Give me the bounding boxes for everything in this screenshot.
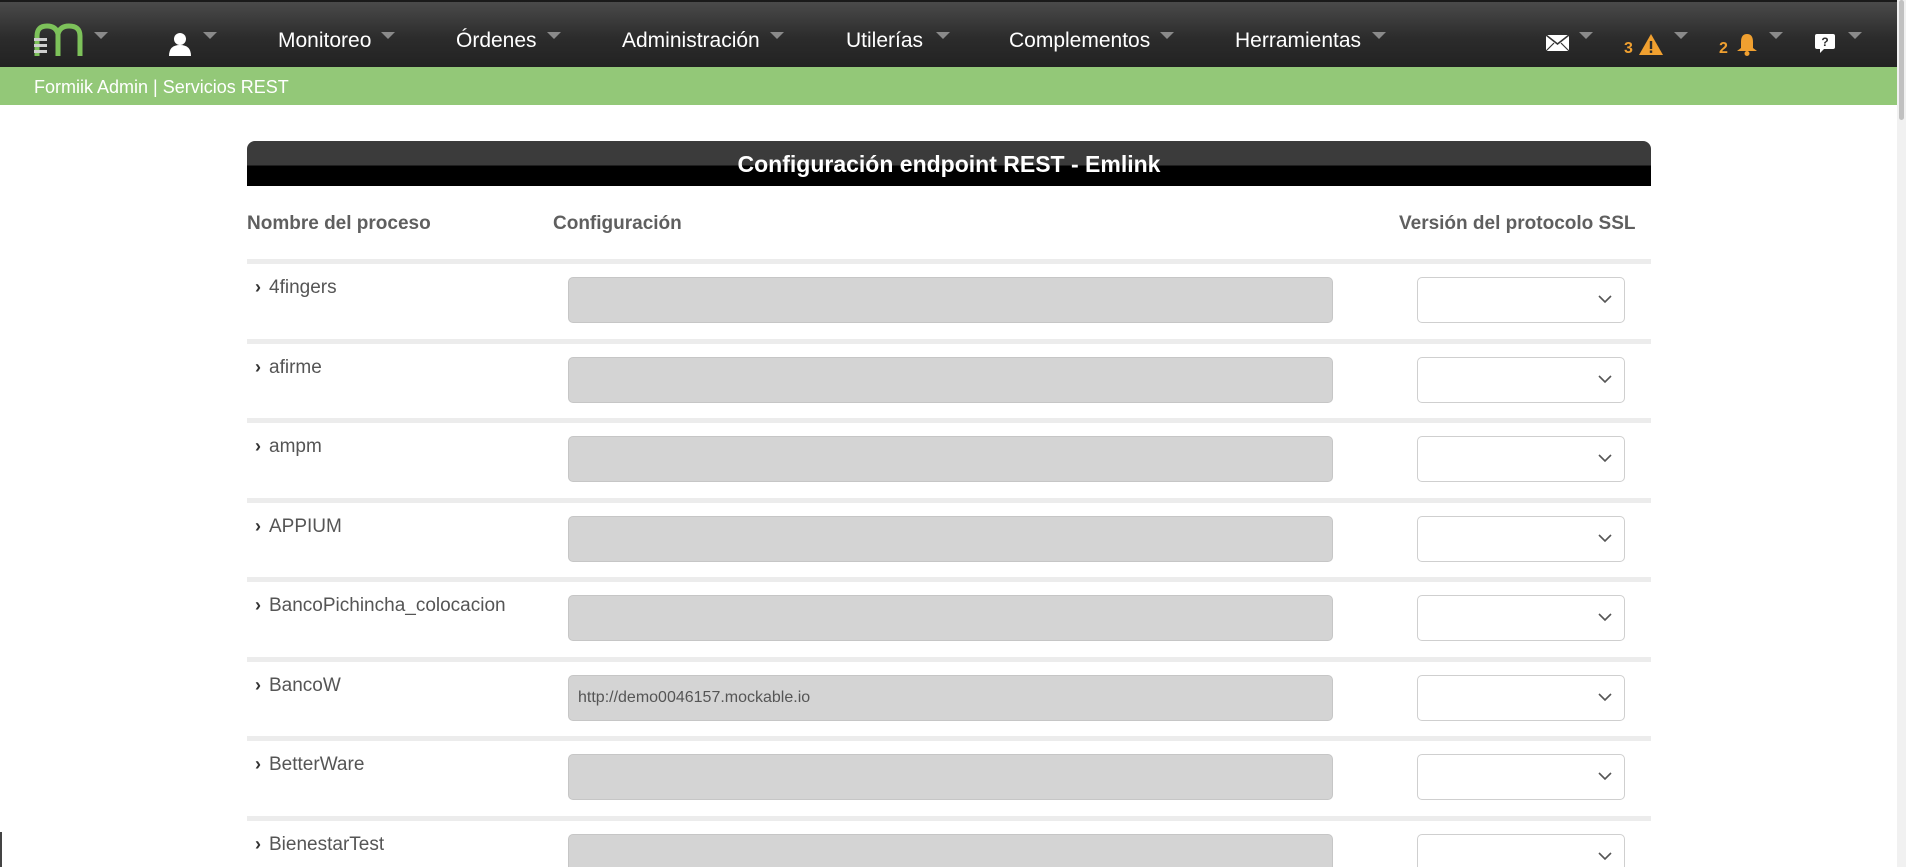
configuration-input[interactable] xyxy=(568,436,1333,482)
configuration-input[interactable] xyxy=(568,834,1333,867)
ssl-version-select[interactable] xyxy=(1417,357,1625,403)
chevron-down-icon[interactable] xyxy=(1674,32,1688,39)
table-row: › afirme xyxy=(247,339,1651,418)
chevron-right-icon: › xyxy=(255,834,261,854)
process-name: afirme xyxy=(269,357,322,378)
breadcrumb[interactable]: Formiik Admin | Servicios REST xyxy=(34,77,289,98)
breadcrumb-bar: Formiik Admin | Servicios REST xyxy=(0,67,1897,105)
configuration-input[interactable] xyxy=(568,277,1333,323)
top-navbar: Monitoreo Órdenes Administración Utilerí… xyxy=(0,0,1897,67)
nav-herramientas[interactable]: Herramientas xyxy=(1235,29,1361,53)
configuration-input[interactable] xyxy=(568,675,1333,721)
table-row: › BienestarTest xyxy=(247,816,1651,867)
column-header-process-name: Nombre del proceso xyxy=(247,213,431,234)
chevron-right-icon: › xyxy=(255,357,261,377)
column-header-configuration: Configuración xyxy=(553,213,682,234)
process-name-toggle[interactable]: › afirme xyxy=(255,357,322,379)
process-name-toggle[interactable]: › APPIUM xyxy=(255,516,342,538)
table-row: › 4fingers xyxy=(247,259,1651,338)
ssl-version-select[interactable] xyxy=(1417,595,1625,641)
process-name-toggle[interactable]: › 4fingers xyxy=(255,277,337,299)
process-name: 4fingers xyxy=(269,277,337,298)
logo-caret-icon[interactable] xyxy=(94,32,108,39)
chevron-down-icon xyxy=(1598,454,1612,463)
configuration-input[interactable] xyxy=(568,595,1333,641)
chevron-down-icon xyxy=(1598,534,1612,543)
process-name-toggle[interactable]: › BienestarTest xyxy=(255,834,384,856)
process-name: BancoW xyxy=(269,675,341,696)
panel-header: Configuración endpoint REST - Emlink xyxy=(247,141,1651,186)
process-name: ampm xyxy=(269,436,322,457)
chevron-right-icon: › xyxy=(255,754,261,774)
chevron-down-icon xyxy=(1598,375,1612,384)
mail-icon[interactable] xyxy=(1545,34,1570,52)
process-name-toggle[interactable]: › BetterWare xyxy=(255,754,364,776)
table-row: › APPIUM xyxy=(247,498,1651,577)
chevron-right-icon: › xyxy=(255,436,261,456)
warning-icon[interactable] xyxy=(1638,33,1664,56)
logo-icon[interactable] xyxy=(34,22,86,58)
table-row: › BancoPichincha_colocacion xyxy=(247,577,1651,656)
process-name: BetterWare xyxy=(269,754,365,775)
ssl-version-select[interactable] xyxy=(1417,754,1625,800)
table-row: › BetterWare xyxy=(247,736,1651,815)
process-name-toggle[interactable]: › BancoW xyxy=(255,675,341,697)
chevron-down-icon[interactable] xyxy=(936,32,950,39)
process-name-toggle[interactable]: › ampm xyxy=(255,436,322,458)
column-header-ssl-version: Versión del protocolo SSL xyxy=(1399,213,1636,234)
process-name-toggle[interactable]: › BancoPichincha_colocacion xyxy=(255,595,506,617)
warning-count-badge: 3 xyxy=(1624,40,1633,57)
chevron-down-icon xyxy=(1598,693,1612,702)
chevron-down-icon xyxy=(1598,295,1612,304)
user-caret-icon[interactable] xyxy=(203,32,217,39)
chevron-down-icon[interactable] xyxy=(381,32,395,39)
bell-icon[interactable] xyxy=(1736,33,1758,56)
configuration-input[interactable] xyxy=(568,357,1333,403)
ssl-version-select[interactable] xyxy=(1417,277,1625,323)
chevron-down-icon[interactable] xyxy=(1848,32,1862,39)
ssl-version-select[interactable] xyxy=(1417,834,1625,867)
chevron-right-icon: › xyxy=(255,277,261,297)
chevron-down-icon xyxy=(1598,613,1612,622)
process-name: BienestarTest xyxy=(269,834,385,855)
chevron-right-icon: › xyxy=(255,516,261,536)
chevron-down-icon[interactable] xyxy=(1160,32,1174,39)
panel-title: Configuración endpoint REST - Emlink xyxy=(737,151,1161,177)
nav-complementos[interactable]: Complementos xyxy=(1009,29,1150,53)
ssl-version-select[interactable] xyxy=(1417,436,1625,482)
configuration-input[interactable] xyxy=(568,516,1333,562)
chevron-down-icon[interactable] xyxy=(770,32,784,39)
nav-utilerias[interactable]: Utilerías xyxy=(846,29,923,53)
nav-ordenes[interactable]: Órdenes xyxy=(456,29,537,53)
chevron-down-icon[interactable] xyxy=(1372,32,1386,39)
nav-administracion[interactable]: Administración xyxy=(622,29,760,53)
table-row: › BancoW xyxy=(247,657,1651,736)
configuration-input[interactable] xyxy=(568,754,1333,800)
user-icon[interactable] xyxy=(168,32,192,56)
svg-text:?: ? xyxy=(1821,35,1828,49)
ssl-version-select[interactable] xyxy=(1417,675,1625,721)
chevron-down-icon[interactable] xyxy=(547,32,561,39)
scrollbar-thumb[interactable] xyxy=(1899,0,1904,120)
nav-monitoreo[interactable]: Monitoreo xyxy=(278,29,371,53)
chevron-right-icon: › xyxy=(255,595,261,615)
process-name: APPIUM xyxy=(269,516,342,537)
chevron-down-icon xyxy=(1598,852,1612,861)
chevron-down-icon xyxy=(1598,772,1612,781)
notification-count-badge: 2 xyxy=(1719,40,1728,57)
process-name: BancoPichincha_colocacion xyxy=(269,595,506,616)
window-edge xyxy=(0,832,2,867)
table-row: › ampm xyxy=(247,418,1651,497)
ssl-version-select[interactable] xyxy=(1417,516,1625,562)
chevron-right-icon: › xyxy=(255,675,261,695)
help-icon[interactable]: ? xyxy=(1814,33,1836,53)
vertical-scrollbar[interactable] xyxy=(1897,0,1906,867)
chevron-down-icon[interactable] xyxy=(1769,32,1783,39)
chevron-down-icon[interactable] xyxy=(1579,32,1593,39)
